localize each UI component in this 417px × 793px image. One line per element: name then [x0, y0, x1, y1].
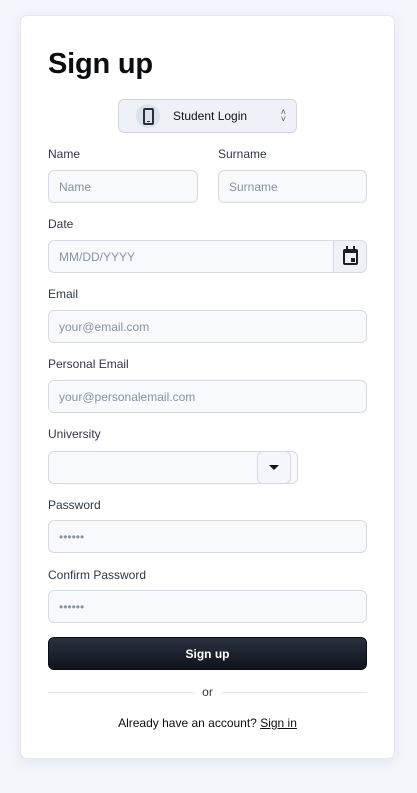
sign-in-link[interactable]: Sign in [260, 716, 297, 730]
phone-icon [136, 104, 160, 128]
sign-up-button[interactable]: Sign up [48, 637, 367, 670]
signup-card: Sign up Student Login ˄˅ Name Surname Da… [20, 15, 395, 759]
date-label: Date [48, 217, 74, 231]
email-field[interactable] [48, 310, 367, 343]
login-type-select[interactable]: Student Login ˄ ˅ [118, 99, 297, 133]
surname-field[interactable] [218, 170, 367, 203]
university-label: University [48, 427, 101, 441]
personal-email-field[interactable] [48, 380, 367, 413]
name-label: Name [48, 147, 81, 161]
password-field[interactable] [48, 520, 367, 553]
date-field[interactable] [48, 240, 367, 273]
name-field[interactable] [48, 170, 198, 203]
password-label: Password [48, 498, 101, 512]
email-label: Email [48, 287, 79, 301]
university-dropdown-button[interactable] [257, 451, 291, 484]
signin-prompt: Already have an account? Sign in [21, 716, 394, 730]
divider-text: or [202, 685, 213, 699]
chevron-up-down-icon: ˄ ˅ [280, 107, 286, 124]
personal-email-label: Personal Email [48, 357, 129, 371]
confirm-password-field[interactable] [48, 590, 367, 623]
surname-label: Surname [218, 147, 267, 161]
caret-down-icon [269, 465, 279, 470]
calendar-icon [342, 245, 358, 265]
confirm-password-label: Confirm Password [48, 568, 147, 582]
signin-prompt-text: Already have an account? [118, 716, 257, 730]
login-type-label: Student Login [173, 109, 248, 123]
page-title: Sign up [48, 48, 153, 80]
date-picker-button[interactable] [333, 241, 366, 272]
